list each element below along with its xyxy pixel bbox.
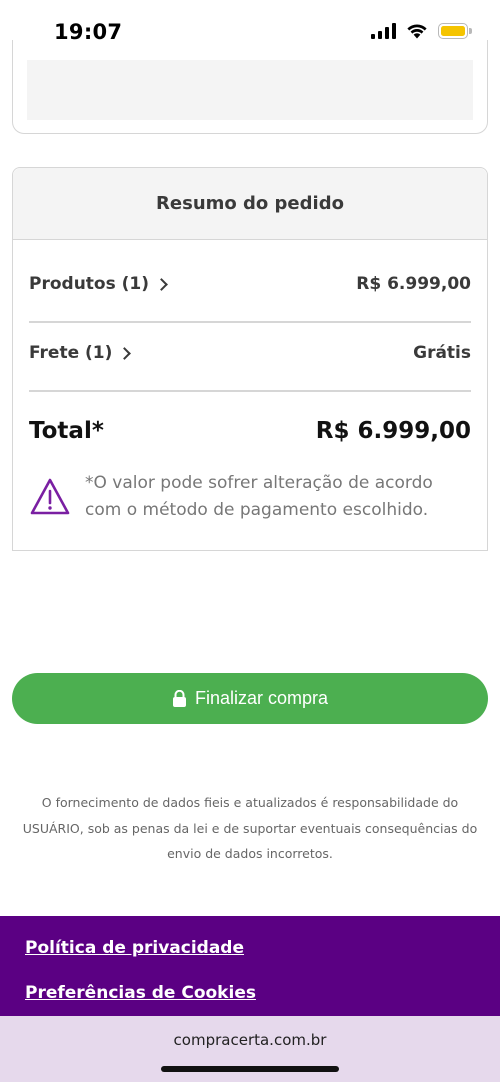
warning-triangle-icon bbox=[30, 478, 70, 515]
total-row: Total* R$ 6.999,00 bbox=[29, 418, 471, 444]
finalize-purchase-button[interactable]: Finalizar compra bbox=[12, 673, 488, 724]
order-summary-title: Resumo do pedido bbox=[156, 193, 344, 214]
privacy-policy-link[interactable]: Política de privacidade bbox=[25, 938, 244, 958]
price-notice: *O valor pode sofrer alteração de acordo… bbox=[29, 470, 471, 524]
total-value: R$ 6.999,00 bbox=[315, 418, 471, 444]
home-indicator[interactable] bbox=[161, 1066, 339, 1072]
chevron-right-icon bbox=[118, 346, 132, 360]
shipping-label: Frete (1) bbox=[29, 343, 113, 363]
wifi-icon bbox=[407, 24, 427, 39]
divider bbox=[29, 390, 471, 392]
finalize-purchase-label: Finalizar compra bbox=[194, 688, 329, 708]
products-row[interactable]: Produtos (1) R$ 6.999,00 bbox=[29, 274, 471, 294]
previous-card bbox=[12, 40, 488, 134]
data-disclaimer: O fornecimento de dados fieis e atualiza… bbox=[22, 795, 478, 861]
footer: Política de privacidade Preferências de … bbox=[0, 916, 500, 1016]
cellular-signal-icon bbox=[371, 23, 396, 39]
total-label: Total* bbox=[29, 418, 104, 444]
lock-icon bbox=[172, 690, 186, 707]
cookie-preferences-link[interactable]: Preferências de Cookies bbox=[25, 983, 256, 1003]
price-notice-text: *O valor pode sofrer alteração de acordo… bbox=[85, 473, 433, 520]
divider bbox=[29, 321, 471, 323]
shipping-value: Grátis bbox=[413, 343, 471, 363]
order-summary-header: Resumo do pedido bbox=[13, 168, 487, 240]
products-value: R$ 6.999,00 bbox=[356, 274, 471, 294]
products-label: Produtos (1) bbox=[29, 274, 150, 294]
battery-icon bbox=[438, 23, 472, 39]
status-icons bbox=[371, 23, 472, 39]
chevron-right-icon bbox=[155, 277, 168, 291]
browser-url-bar[interactable]: compracerta.com.br bbox=[0, 1016, 500, 1082]
previous-card-content bbox=[27, 60, 473, 120]
order-summary-card: Resumo do pedido Produtos (1) R$ 6.999,0… bbox=[12, 167, 488, 551]
shipping-row[interactable]: Frete (1) Grátis bbox=[29, 343, 471, 363]
url-text: compracerta.com.br bbox=[173, 1031, 327, 1049]
